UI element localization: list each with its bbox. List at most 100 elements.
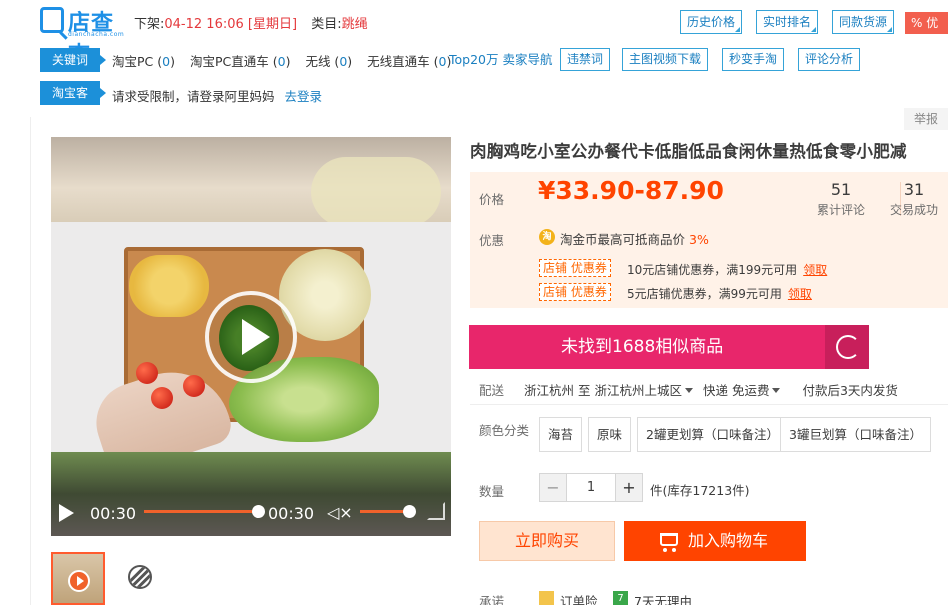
history-price-label: 历史价格 — [687, 15, 736, 29]
promo-label: 优惠 — [479, 233, 505, 248]
progress-bar[interactable] — [144, 510, 260, 513]
plugin-toolbar: 店查查 dianchacha.com 下架:04-12 16:06 [星期日] … — [0, 0, 948, 112]
logo-subtext: dianchacha.com — [68, 31, 125, 38]
percent-label: % — [911, 16, 923, 30]
current-time: 00:30 — [90, 504, 137, 523]
color-option[interactable]: 原味 — [588, 417, 632, 452]
refresh-icon[interactable] — [825, 325, 869, 369]
color-option[interactable]: 2罐更划算（口味备注） — [637, 417, 788, 452]
quantity-input[interactable]: 1 — [567, 474, 615, 501]
realtime-rank-label: 实时排名 — [763, 15, 812, 29]
category-label: 类目: — [311, 17, 342, 32]
price-label: 价格 — [479, 192, 505, 207]
delivery-to: 浙江杭州上城区 — [594, 383, 682, 398]
quantity-stepper: − 1 + — [539, 473, 643, 502]
mobile-taobao-button[interactable]: 秒变手淘 — [722, 48, 785, 71]
increase-button[interactable]: + — [615, 474, 642, 501]
order-insurance-text: 订单险 — [560, 594, 598, 605]
keyword-item[interactable]: 淘宝PC直通车 (0) — [190, 54, 290, 69]
report-button[interactable]: 举报 — [904, 108, 948, 130]
ship-time: 付款后3天内发货 — [802, 383, 898, 398]
delivery-row: 配送 浙江杭州 至 浙江杭州上城区 快递 免运费 付款后3天内发货 — [479, 380, 898, 399]
shipping-select[interactable]: 快递 免运费 — [703, 383, 786, 398]
delivery-label: 配送 — [479, 383, 505, 398]
decrease-button[interactable]: − — [540, 474, 567, 501]
video-play-icon — [68, 570, 90, 592]
keyword-item[interactable]: 无线直通车 (0) — [367, 54, 451, 69]
price-box: 价格 ¥33.90-87.90 51 累计评论 31 交易成功 优惠 淘 淘金币… — [470, 172, 948, 308]
keyword-label: 无线 — [305, 54, 331, 69]
top20-seller-nav-link[interactable]: Top20万 卖家导航 — [449, 49, 552, 68]
volume-muted-icon[interactable]: ◁× — [327, 504, 353, 522]
login-link[interactable]: 去登录 — [285, 89, 323, 104]
buy-now-button[interactable]: 立即购买 — [479, 521, 615, 561]
find-1688-button[interactable]: 未找到1688相似商品 — [469, 325, 869, 369]
product-video[interactable]: 00:30 00:30 ◁× — [51, 137, 451, 536]
keyword-tag: 关键词 — [40, 48, 106, 72]
progress-knob[interactable] — [252, 505, 265, 518]
percent-badge[interactable]: % 优 — [905, 12, 948, 34]
play-overlay-icon[interactable] — [205, 291, 297, 383]
product-title: 肉胸鸡吃小室公办餐代卡低脂低品食闲休量热低食零小肥减 — [470, 142, 907, 161]
quantity-label: 数量 — [479, 484, 505, 499]
keyword-count: 0 — [438, 54, 447, 69]
no-image-icon[interactable] — [128, 565, 152, 589]
claim-coupon-link[interactable]: 领取 — [803, 263, 827, 277]
delivery-from: 浙江杭州 至 — [524, 383, 591, 398]
video-download-button[interactable]: 主图视频下载 — [622, 48, 709, 71]
taobaoke-message: 请求受限制，请登录阿里妈妈 — [112, 89, 275, 104]
same-source-label: 同款货源 — [839, 15, 888, 29]
taobaoke-row: 请求受限制，请登录阿里妈妈 去登录 — [112, 86, 322, 105]
corner-triangle-icon — [811, 27, 817, 32]
color-option[interactable]: 海苔 — [539, 417, 583, 452]
reviews-stat[interactable]: 51 累计评论 — [817, 180, 865, 218]
shop-coupon-tag: 店铺 优惠券 — [539, 259, 611, 277]
banned-words-button[interactable]: 违禁词 — [560, 48, 611, 71]
volume-bar[interactable] — [360, 510, 408, 513]
chevron-down-icon — [685, 388, 693, 393]
dianchacha-logo[interactable]: 店查查 dianchacha.com — [40, 5, 125, 68]
review-analysis-button[interactable]: 评论分析 — [798, 48, 861, 71]
fullscreen-icon[interactable] — [427, 502, 445, 520]
coupon-text: 10元店铺优惠券，满199元可用 — [627, 263, 798, 277]
keyword-item[interactable]: 无线 (0) — [305, 54, 352, 69]
listing-info: 下架:04-12 16:06 [星期日] 类目:跳绳 — [134, 13, 368, 32]
shipping-method: 快递 免运费 — [702, 383, 770, 398]
play-icon[interactable] — [59, 504, 74, 522]
keyword-count: 0 — [277, 54, 286, 69]
cart-icon — [660, 533, 678, 552]
left-divider — [30, 117, 31, 605]
listed-time: 04-12 16:06 — [164, 17, 244, 32]
keyword-count: 0 — [339, 54, 348, 69]
tomato — [136, 362, 158, 384]
sales-stat: 31 交易成功 — [890, 180, 938, 218]
coupon-text: 5元店铺优惠券，满99元可用 — [627, 287, 782, 301]
find-1688-label: 未找到1688相似商品 — [561, 337, 724, 357]
corn-pile — [129, 255, 209, 317]
video-controls: 00:30 00:30 ◁× — [51, 492, 451, 536]
sales-count: 31 — [903, 180, 925, 199]
coin-text: 淘金币最高可抵商品价 3% — [560, 229, 709, 248]
tomato — [151, 387, 173, 409]
percent-extra: 优 — [926, 16, 939, 30]
keyword-list: 淘宝PC (0) 淘宝PC直通车 (0) 无线 (0) 无线直通车 (0) — [112, 51, 462, 70]
claim-coupon-link[interactable]: 领取 — [788, 287, 812, 301]
sales-label: 交易成功 — [890, 203, 939, 217]
same-source-button[interactable]: 同款货源 — [832, 10, 895, 34]
video-thumbnail[interactable] — [51, 552, 105, 605]
seven-day-return-text: 7天无理由 — [634, 594, 692, 605]
realtime-rank-button[interactable]: 实时排名 — [756, 10, 819, 34]
color-option[interactable]: 3罐巨划算（口味备注） — [780, 417, 931, 452]
keyword-label: 淘宝PC — [112, 54, 154, 69]
listed-label: 下架: — [134, 17, 165, 32]
volume-knob[interactable] — [403, 505, 416, 518]
keyword-item[interactable]: 淘宝PC (0) — [112, 54, 175, 69]
section-divider — [470, 404, 948, 405]
shop-coupon-tag: 店铺 优惠券 — [539, 283, 611, 301]
coupon-row: 5元店铺优惠券，满99元可用 领取 — [627, 285, 812, 302]
corner-triangle-icon — [887, 27, 893, 32]
delivery-to-select[interactable]: 浙江杭州上城区 — [594, 383, 699, 398]
history-price-button[interactable]: 历史价格 — [680, 10, 743, 34]
add-to-cart-button[interactable]: 加入购物车 — [624, 521, 806, 561]
keyword-label: 淘宝PC直通车 — [189, 54, 269, 69]
